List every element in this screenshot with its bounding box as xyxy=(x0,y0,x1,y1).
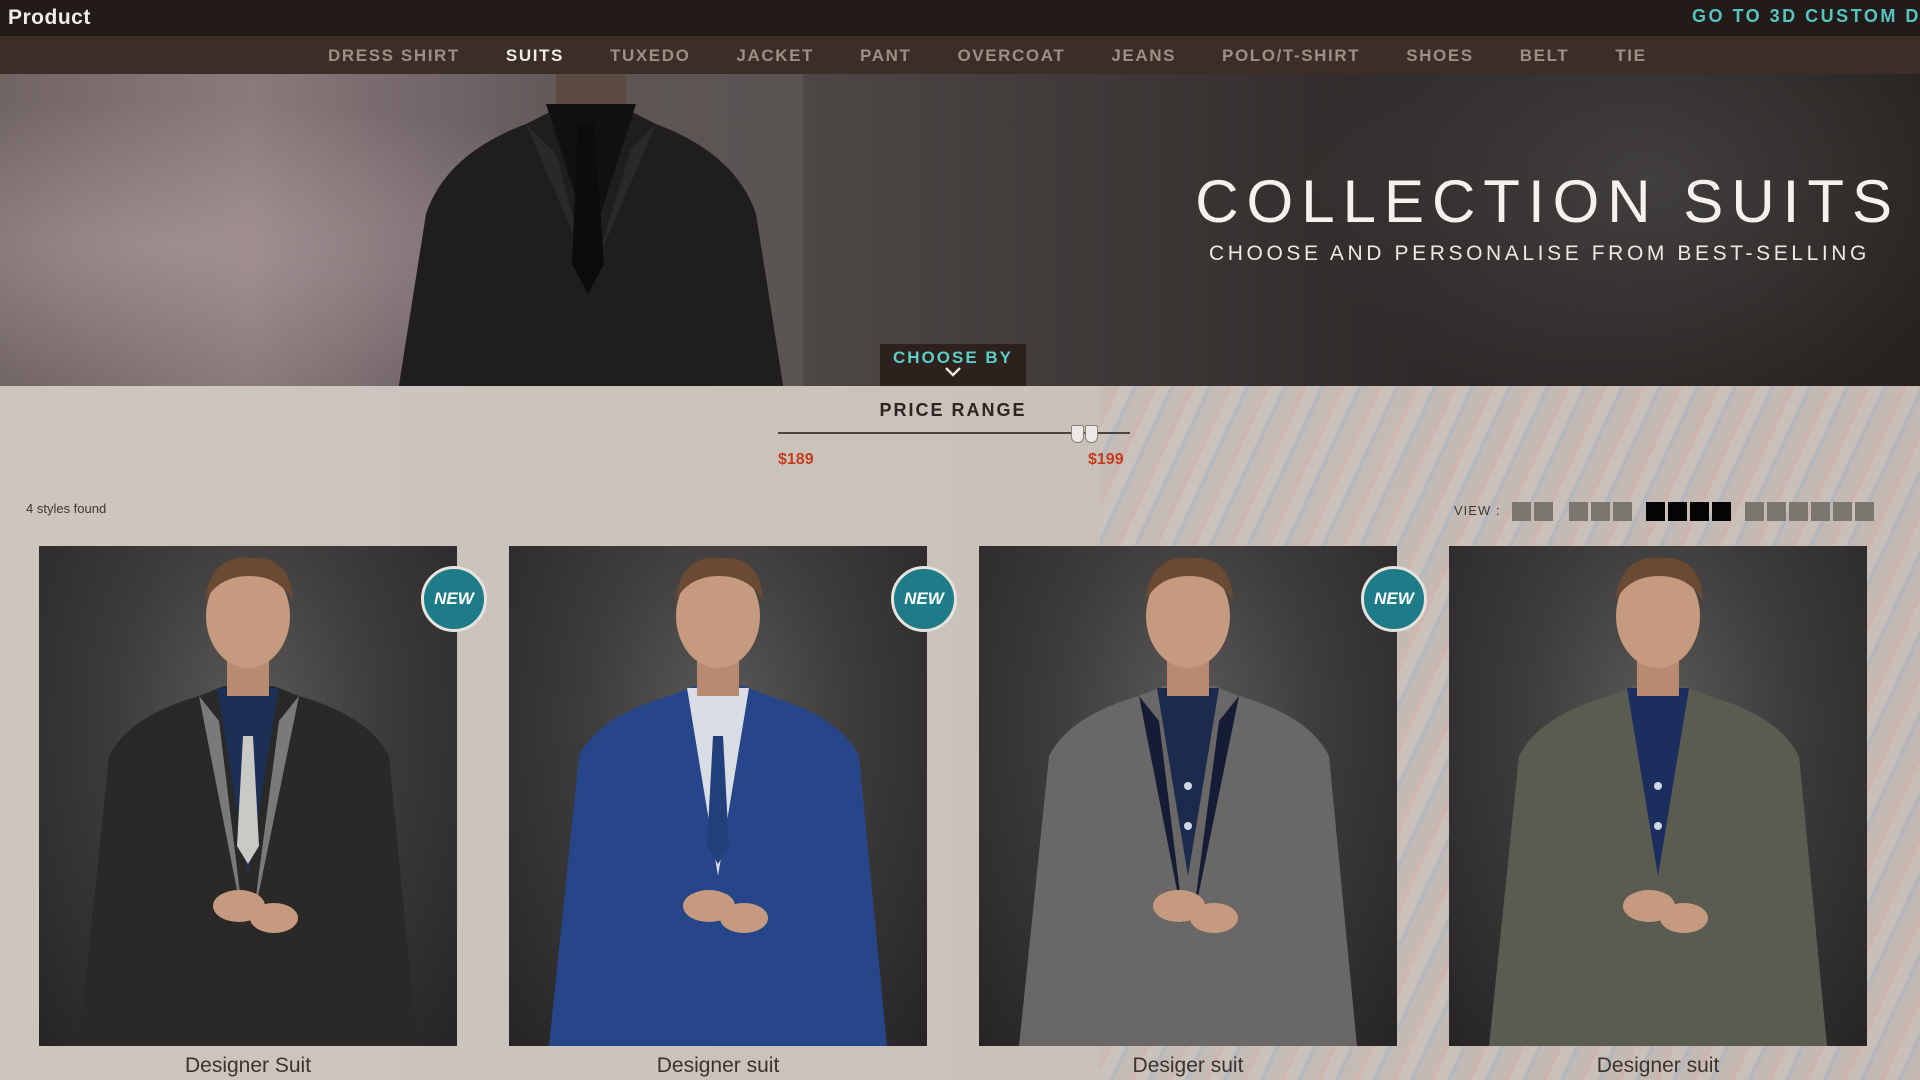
page-title: Product xyxy=(8,6,91,29)
choose-by-label: CHOOSE BY xyxy=(892,348,1014,367)
view-grid-square-icon xyxy=(1789,502,1808,521)
nav-item-tuxedo[interactable]: TUXEDO xyxy=(610,46,690,66)
price-max-value: $199 xyxy=(1088,451,1124,468)
nav-item-suits[interactable]: SUITS xyxy=(506,46,564,66)
top-bar: Product GO TO 3D CUSTOM DRE xyxy=(0,0,1920,36)
view-label: VIEW : xyxy=(1454,503,1501,518)
view-option-2-columns[interactable] xyxy=(1512,502,1553,522)
view-grid-square-icon xyxy=(1767,502,1786,521)
price-slider-handle-min[interactable] xyxy=(1071,425,1085,443)
product-image[interactable] xyxy=(39,546,457,1046)
view-grid-square-icon xyxy=(1833,502,1852,521)
nav-item-dress-shirt[interactable]: DRESS SHIRT xyxy=(328,46,460,66)
nav-item-tie[interactable]: TIE xyxy=(1615,46,1646,66)
price-range-label: PRICE RANGE xyxy=(879,400,1027,420)
category-nav: DRESS SHIRT SUITS TUXEDO JACKET PANT OVERCOAT… xyxy=(0,36,1920,74)
new-badge: NEW xyxy=(421,566,487,632)
category-nav-list: DRESS SHIRT SUITS TUXEDO JACKET PANT OVERCOAT… xyxy=(328,46,1693,66)
hero-model-image xyxy=(398,74,784,386)
product-card[interactable]: NEW Desiger suit xyxy=(979,546,1427,1080)
view-grid-square-icon xyxy=(1512,502,1531,521)
nav-item-shoes[interactable]: SHOES xyxy=(1406,46,1474,66)
nav-item-overcoat[interactable]: OVERCOAT xyxy=(957,46,1065,66)
nav-item-pant[interactable]: PANT xyxy=(860,46,911,66)
view-grid-square-icon xyxy=(1712,502,1731,521)
choose-by-toggle[interactable]: CHOOSE BY xyxy=(880,344,1026,386)
view-grid-square-icon xyxy=(1534,502,1553,521)
new-badge: NEW xyxy=(891,566,957,632)
hero-title: COLLECTION SUITS xyxy=(1195,168,1900,235)
product-name[interactable]: Designer suit xyxy=(509,1054,927,1078)
view-grid-square-icon xyxy=(1855,502,1874,521)
product-name[interactable]: Designer Suit xyxy=(39,1054,457,1078)
view-grid-square-icon xyxy=(1745,502,1764,521)
view-grid-square-icon xyxy=(1569,502,1588,521)
results-count: 4 styles found xyxy=(26,501,107,516)
nav-item-polo-t-shirt[interactable]: POLO/T-SHIRT xyxy=(1222,46,1360,66)
product-image[interactable] xyxy=(979,546,1397,1046)
nav-item-belt[interactable]: BELT xyxy=(1520,46,1570,66)
nav-item-jacket[interactable]: JACKET xyxy=(736,46,814,66)
view-grid-square-icon xyxy=(1668,502,1687,521)
view-option-6-columns[interactable] xyxy=(1745,502,1874,522)
new-badge: NEW xyxy=(1361,566,1427,632)
product-card[interactable]: NEW Designer Suit xyxy=(39,546,487,1080)
view-grid-square-icon xyxy=(1646,502,1665,521)
hero-banner: COLLECTION SUITS CHOOSE AND PERSONALISE … xyxy=(0,74,1920,386)
view-grid-square-icon xyxy=(1690,502,1709,521)
price-slider-handle-max[interactable] xyxy=(1085,425,1099,443)
chevron-down-icon xyxy=(945,367,961,377)
view-grid-square-icon xyxy=(1811,502,1830,521)
product-name[interactable]: Desiger suit xyxy=(979,1054,1397,1078)
view-grid-square-icon xyxy=(1591,502,1610,521)
view-option-3-columns[interactable] xyxy=(1569,502,1632,522)
product-image[interactable] xyxy=(1449,546,1867,1046)
view-grid-square-icon xyxy=(1613,502,1632,521)
hero-subtitle: CHOOSE AND PERSONALISE FROM BEST-SELLING xyxy=(1209,242,1870,265)
product-card[interactable]: Designer suit xyxy=(1449,546,1867,1080)
nav-item-jeans[interactable]: JEANS xyxy=(1111,46,1176,66)
product-card[interactable]: NEW Designer suit xyxy=(509,546,957,1080)
view-option-4-columns[interactable] xyxy=(1646,502,1731,522)
custom-3d-link[interactable]: GO TO 3D CUSTOM DRE xyxy=(1692,6,1920,27)
price-min-value: $189 xyxy=(778,451,814,468)
product-image[interactable] xyxy=(509,546,927,1046)
product-name[interactable]: Designer suit xyxy=(1449,1054,1867,1078)
